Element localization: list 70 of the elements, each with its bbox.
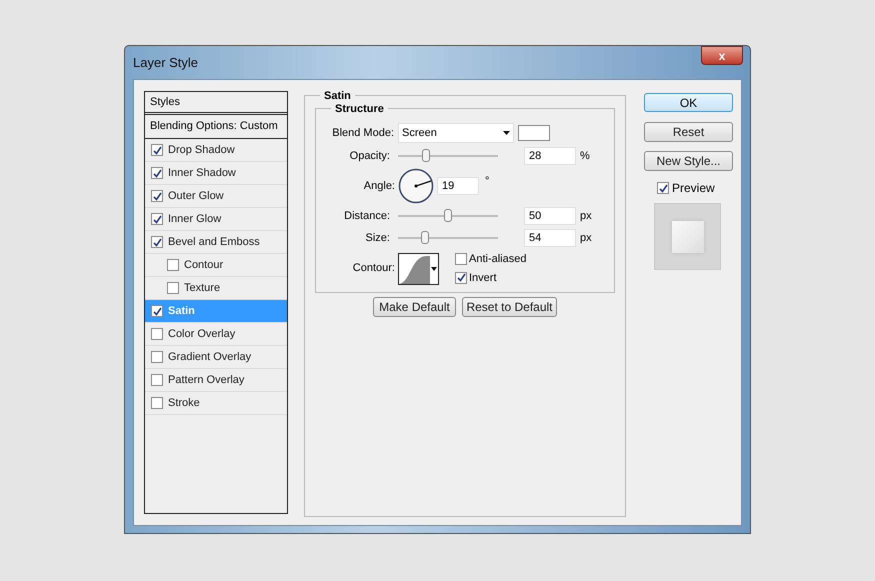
checkbox[interactable] [151,144,163,156]
checkmark-icon [152,168,162,178]
effect-item[interactable]: Inner Glow [145,208,287,231]
ok-button[interactable]: OK [644,93,733,112]
field-label: Contour: [352,261,396,276]
checkbox[interactable] [151,190,163,202]
field-label: Size: [364,230,391,246]
effect-item[interactable]: Drop Shadow [145,139,287,162]
effect-item[interactable]: Color Overlay [145,323,287,346]
unit-label: px [580,208,592,224]
effect-item[interactable]: Gradient Overlay [145,346,287,369]
checkmark-icon [152,238,162,246]
checkbox[interactable] [151,305,163,317]
slider-thumb[interactable] [444,209,452,222]
window-title: Layer Style [133,54,198,72]
contour-picker[interactable] [398,252,439,284]
preview-swatch [672,220,704,252]
checkbox[interactable] [455,253,467,266]
checkbox[interactable] [657,182,669,194]
effect-item[interactable]: Outer Glow [145,185,287,208]
checkbox[interactable] [151,374,163,386]
checkbox[interactable] [151,351,163,363]
field-label: Opacity: [348,148,391,164]
list-header[interactable]: Styles [145,92,287,115]
checkbox[interactable] [151,328,163,340]
unit-label: ° [485,174,490,189]
close-button[interactable]: x [701,46,743,65]
contour-curve-icon [399,254,430,284]
dialog-button[interactable]: Reset [644,122,733,142]
number-field[interactable]: 54 [524,229,576,247]
effect-item[interactable]: Stroke [145,392,287,415]
checkbox[interactable] [455,272,467,284]
blend-mode-dropdown[interactable]: Screen [398,123,514,143]
slider-thumb[interactable] [421,231,429,244]
number-field[interactable]: 28 [524,147,576,165]
checkbox[interactable] [151,167,163,179]
checkmark-icon [152,214,162,224]
dialog-button[interactable]: Make Default [373,297,456,317]
dropdown-arrow-icon [503,131,510,135]
number-field[interactable]: 19 [437,177,479,195]
effect-item[interactable]: Bevel and Emboss [145,231,287,254]
effect-item[interactable]: Pattern Overlay [145,369,287,392]
checkmark-icon [658,184,668,192]
angle-dial[interactable] [398,168,434,204]
color-swatch[interactable] [518,125,550,141]
checkmark-icon [152,192,162,200]
dialog-button[interactable]: Reset to Default [462,297,557,317]
checkbox[interactable] [151,236,163,248]
effect-item[interactable]: Contour [145,254,287,277]
checkbox-label: Preview [672,180,715,197]
checkbox[interactable] [151,397,163,409]
checkbox-label: Anti-aliased [469,252,526,267]
dropdown-arrow-icon [431,266,437,270]
slider-thumb[interactable] [422,149,430,162]
checkmark-icon [152,306,162,316]
effect-item[interactable]: Inner Shadow [145,162,287,185]
field-label: Distance: [343,208,391,224]
field-label: Blend Mode: [331,126,395,141]
list-item[interactable]: Blending Options: Custom [145,115,287,139]
dialog-button[interactable]: New Style... [644,151,733,171]
unit-label: px [580,230,592,246]
unit-label: % [580,148,590,164]
checkmark-icon [456,273,466,282]
checkbox[interactable] [167,282,179,294]
checkbox[interactable] [151,213,163,225]
checkbox[interactable] [167,259,179,271]
field-label: Angle: [362,178,396,194]
checkmark-icon [152,146,162,154]
number-field[interactable]: 50 [524,207,576,225]
checkbox-label: Invert [469,270,497,286]
